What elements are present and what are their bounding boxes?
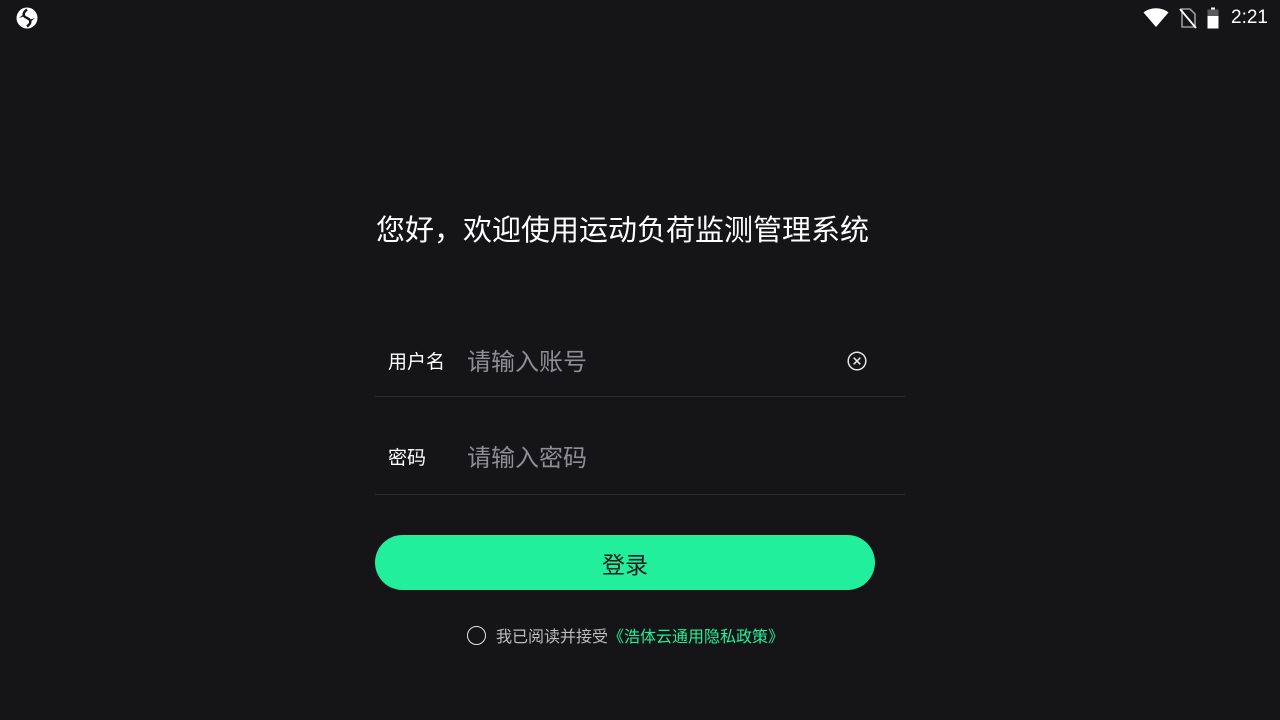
app-logo-icon — [16, 7, 38, 29]
no-sim-icon — [1179, 8, 1197, 29]
privacy-agreement: 我已阅读并接受 《浩体云通用隐私政策》 — [467, 623, 784, 647]
password-field: 密码 — [375, 425, 905, 495]
status-icons: 2:21 — [1143, 0, 1268, 36]
login-button[interactable]: 登录 — [375, 535, 875, 590]
password-input[interactable] — [467, 438, 837, 478]
agreement-text: 我已阅读并接受 — [496, 627, 609, 646]
username-field: 用户名 — [375, 327, 905, 397]
radio-unchecked-icon[interactable] — [467, 625, 486, 645]
page-title: 您好，欢迎使用运动负荷监测管理系统 — [376, 213, 870, 247]
login-screen: 2:21 您好，欢迎使用运动负荷监测管理系统 用户名 密码 登录 我已阅读并接受… — [0, 0, 1280, 720]
status-time: 2:21 — [1231, 7, 1268, 28]
password-label: 密码 — [388, 447, 427, 469]
wifi-icon — [1143, 8, 1169, 27]
battery-icon — [1207, 7, 1219, 29]
clear-icon[interactable] — [847, 351, 867, 371]
username-input[interactable] — [467, 342, 837, 382]
privacy-policy-link[interactable]: 《浩体云通用隐私政策》 — [608, 623, 784, 647]
username-label: 用户名 — [388, 351, 446, 373]
